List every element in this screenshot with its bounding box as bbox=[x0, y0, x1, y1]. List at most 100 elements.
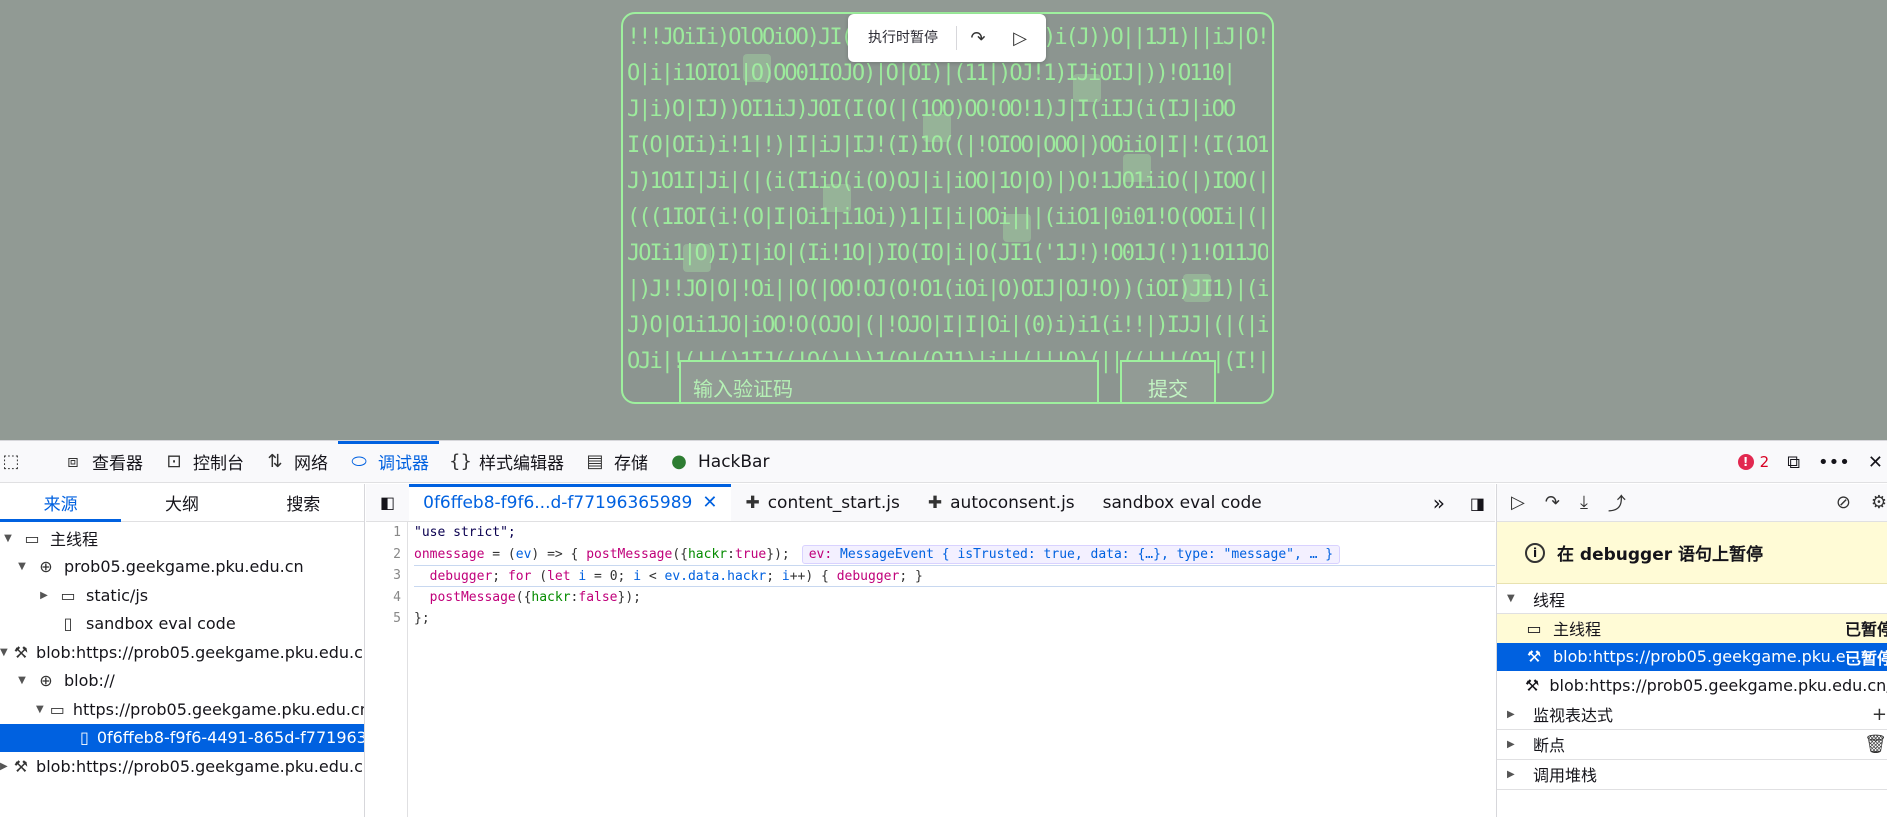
code-line: "use strict"; bbox=[414, 525, 516, 540]
tab-outline[interactable]: 大纲 bbox=[121, 484, 242, 521]
more-options-icon[interactable]: ••• bbox=[1818, 452, 1850, 473]
tab-sources[interactable]: 来源 bbox=[0, 484, 122, 522]
deactivate-breakpoints-icon[interactable]: ⊘ bbox=[1836, 492, 1851, 513]
line-number[interactable]: 2 bbox=[366, 544, 407, 566]
captcha-row: (((1IOI(i!(O|I|Oi1|i1Oi))1|I|i|OOi|||(ii… bbox=[627, 205, 1268, 230]
file-icon: ▯ bbox=[63, 614, 73, 634]
submit-button[interactable]: 提交 bbox=[1120, 360, 1216, 402]
threads-header[interactable]: ▼ 线程 bbox=[1497, 584, 1887, 614]
more-tabs-icon[interactable]: » bbox=[1433, 484, 1445, 522]
step-over-icon[interactable]: ↷ bbox=[1545, 492, 1560, 513]
add-icon[interactable]: + bbox=[1872, 704, 1887, 725]
step-out-icon[interactable]: ⤴ bbox=[1608, 490, 1626, 516]
line-gutter: 1 2 3 4 5 bbox=[366, 522, 408, 817]
debugger-icon: ⬭ bbox=[351, 451, 367, 472]
trash-icon[interactable]: 🗑 bbox=[1864, 734, 1887, 755]
storage-icon: ▤ bbox=[586, 451, 604, 472]
call-stack-header[interactable]: ▶ 调用堆栈 bbox=[1497, 760, 1887, 790]
twisty-icon: ▼ bbox=[4, 532, 12, 544]
folder-icon: ▭ bbox=[60, 585, 76, 605]
worker-icon: ⚒ bbox=[13, 642, 29, 662]
tab-network[interactable]: ⇅ 网络 bbox=[254, 441, 338, 482]
code-line-paused: debugger; for (let i = 0; i < ev.data.ha… bbox=[414, 565, 1495, 587]
error-count-badge[interactable]: ! 2 bbox=[1737, 453, 1769, 471]
pause-reason-banner: i 在 debugger 语句上暂停 bbox=[1497, 522, 1887, 584]
tab-storage[interactable]: ▤ 存储 bbox=[574, 441, 658, 482]
resume-icon[interactable]: ▷ bbox=[999, 14, 1041, 62]
style-editor-icon: {} bbox=[449, 451, 472, 472]
captcha-row: J)1O1I|Ji|(|(i(I1iO(i(O)OJ|i|iOO|1O|O)|)… bbox=[627, 169, 1268, 194]
paused-overlay-toolbar: 执行时暂停 ↷ ▷ bbox=[848, 14, 1046, 62]
tab-console[interactable]: ⊡ 控制台 bbox=[153, 441, 254, 482]
globe-icon: ⊕ bbox=[39, 557, 53, 577]
paused-label: 执行时暂停 bbox=[848, 26, 957, 50]
captcha-input[interactable]: 输入验证码 bbox=[679, 360, 1099, 402]
close-icon[interactable]: ✕ bbox=[1868, 452, 1883, 473]
tree-item-folder[interactable]: ▼ ▭ https://prob05.geekgame.pku.edu.cn bbox=[0, 695, 364, 724]
tree-item-domain[interactable]: ▼ ⊕ prob05.geekgame.pku.edu.cn bbox=[0, 553, 364, 582]
tree-item-worker[interactable]: ▶ ⚒ blob:https://prob05.geekgame.pku.edu.c… bbox=[0, 752, 364, 781]
tree-item-main-thread[interactable]: ▼ ▭ 主线程 bbox=[0, 524, 364, 553]
editor-tab[interactable]: ✚ content_start.js bbox=[731, 484, 913, 521]
tab-inspector[interactable]: ⧈ 查看器 bbox=[52, 441, 153, 482]
folder-icon: ▭ bbox=[49, 699, 65, 719]
tree-item-file-selected[interactable]: ▯ 0f6ffeb8-f9f6-4491-865d-f771963 bbox=[0, 723, 364, 752]
tree-item-folder[interactable]: ▶ ▭ static/js bbox=[0, 581, 364, 610]
chevron-right-icon: ▶ bbox=[1507, 738, 1515, 750]
tab-debugger[interactable]: ⬭ 调试器 bbox=[338, 441, 439, 482]
captcha-noise bbox=[923, 114, 951, 142]
editor-tab[interactable]: ✚ autoconsent.js bbox=[914, 484, 1089, 521]
twisty-icon: ▼ bbox=[36, 703, 44, 715]
captcha-noise bbox=[743, 54, 771, 82]
globe-icon: ⊕ bbox=[39, 671, 53, 691]
responsive-design-icon[interactable]: ⧉ bbox=[1787, 452, 1800, 473]
twisty-icon: ▼ bbox=[0, 646, 8, 658]
step-in-icon[interactable]: ⤓ bbox=[1580, 492, 1588, 513]
chevron-right-icon: ▶ bbox=[1507, 708, 1515, 720]
debugger-command-bar: ▷ ↷ ⤓ ⤴ ⊘ ⚙ bbox=[1497, 484, 1887, 522]
tree-item-file[interactable]: ▯ sandbox eval code bbox=[0, 610, 364, 639]
breakpoints-header[interactable]: ▶ 断点 🗑 bbox=[1497, 730, 1887, 760]
tab-style-editor[interactable]: {} 样式编辑器 bbox=[439, 441, 574, 482]
toggle-sources-icon[interactable]: ◧ bbox=[366, 484, 409, 521]
thread-item[interactable]: ⚒ blob:https://prob05.geekgame.pku.edu.cn… bbox=[1497, 671, 1887, 700]
captcha-noise bbox=[1003, 214, 1031, 242]
window-icon: ▭ bbox=[24, 528, 40, 548]
close-tab-icon[interactable]: ✕ bbox=[702, 492, 717, 513]
captcha-noise bbox=[683, 244, 711, 272]
captcha-row: J)O|O1i1JO|iOO!O(OJO|(|!OJO|I|I|Oi|(0)i)… bbox=[627, 313, 1268, 338]
sources-panel: 来源 大纲 搜索 ▼ ▭ 主线程 ▼ ⊕ prob05.geekgame.pku.edu… bbox=[0, 484, 365, 817]
code-line: postMessage({hackr:false}); bbox=[429, 589, 641, 605]
tab-search[interactable]: 搜索 bbox=[243, 484, 364, 521]
sources-tabs: 来源 大纲 搜索 bbox=[0, 484, 364, 522]
thread-item-selected[interactable]: ⚒ blob:https://prob05.geekgame.pku.e... 已暂… bbox=[1497, 642, 1887, 671]
captcha-noise bbox=[1183, 274, 1211, 302]
toggle-debugger-pane-icon[interactable]: ◨ bbox=[1470, 484, 1485, 522]
captcha-row: JOIi1|O)I)I|iO|(Ii!1O|)IO(IO|i|O(JI1('1J… bbox=[627, 241, 1268, 266]
twisty-icon: ▼ bbox=[18, 675, 26, 687]
line-number[interactable]: 5 bbox=[366, 608, 407, 630]
step-over-icon[interactable]: ↷ bbox=[957, 14, 999, 62]
code-line: }; bbox=[414, 611, 430, 626]
thread-item[interactable]: ▭ 主线程 已暂停 bbox=[1497, 614, 1887, 643]
tab-hackbar[interactable]: ● HackBar bbox=[658, 441, 779, 482]
resume-icon[interactable]: ▷ bbox=[1511, 492, 1525, 513]
line-number[interactable]: 3 bbox=[366, 565, 407, 587]
worker-icon: ⚒ bbox=[13, 756, 29, 776]
editor-tab[interactable]: sandbox eval code bbox=[1089, 484, 1276, 521]
info-icon: i bbox=[1525, 542, 1545, 563]
code-editor[interactable]: 1 2 3 4 5 "use strict"; onmessage = (ev)… bbox=[366, 522, 1495, 817]
line-number[interactable]: 1 bbox=[366, 522, 407, 544]
line-number[interactable]: 4 bbox=[366, 587, 407, 609]
gear-icon[interactable]: ⚙ bbox=[1871, 492, 1887, 513]
watch-expressions-header[interactable]: ▶ 监视表达式 + bbox=[1497, 700, 1887, 730]
error-icon: ! bbox=[1737, 454, 1754, 470]
tree-item-domain[interactable]: ▼ ⊕ blob:// bbox=[0, 667, 364, 696]
inline-preview[interactable]: ev: MessageEvent { isTrusted: true, data… bbox=[801, 544, 1341, 564]
tree-item-worker[interactable]: ▼ ⚒ blob:https://prob05.geekgame.pku.edu.c… bbox=[0, 638, 364, 667]
captcha-noise bbox=[1123, 154, 1151, 182]
editor-tab-active[interactable]: 0f6ffeb8-f9f6...d-f77196365989 ✕ bbox=[409, 484, 732, 521]
worker-icon: ⚒ bbox=[1526, 647, 1542, 667]
pick-element-icon[interactable]: ⬚ bbox=[0, 441, 52, 482]
hackbar-icon: ● bbox=[671, 451, 687, 472]
